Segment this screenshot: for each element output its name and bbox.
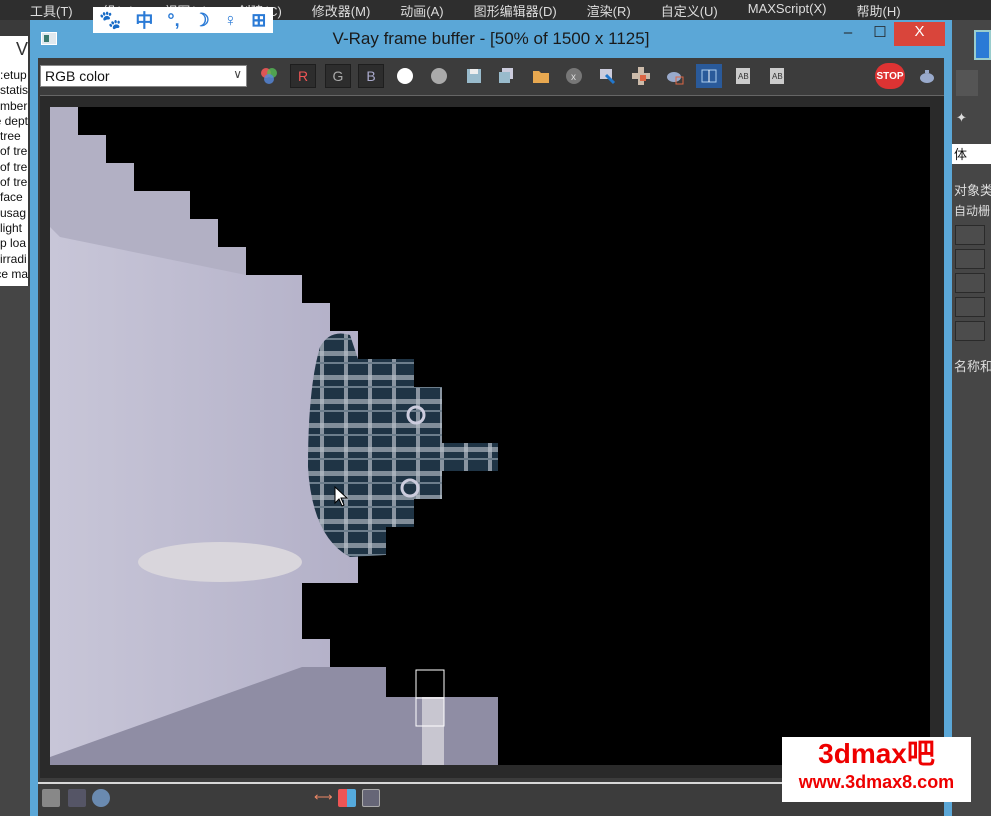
log-line: light [0, 220, 23, 235]
menu-help[interactable]: 帮助(H) [857, 0, 901, 20]
save-all-icon[interactable] [493, 64, 519, 88]
object-type-label: 对象类 [954, 183, 991, 198]
object-type-button[interactable] [955, 273, 985, 293]
mouse-cursor-icon [334, 486, 348, 507]
log-heading: V [16, 39, 28, 59]
log-line: p loa [0, 236, 27, 251]
clear-icon[interactable]: x [561, 64, 587, 88]
track-mouse-icon[interactable] [628, 64, 654, 88]
object-name-field[interactable]: 体 [952, 144, 991, 164]
object-type-button[interactable] [955, 321, 985, 341]
log-line: statis [0, 83, 28, 98]
render-teapot-icon[interactable] [914, 64, 940, 88]
log-line: of tre [0, 175, 28, 190]
log-line: etup: [0, 68, 27, 82]
blue-channel-button[interactable]: B [358, 64, 384, 88]
mono-gray-icon[interactable] [426, 64, 452, 88]
utilities-icon[interactable]: ✦ [956, 110, 972, 128]
watermark-title: 3dmax吧 [818, 738, 935, 769]
save-icon[interactable] [461, 64, 487, 88]
render-region-teapot-icon[interactable] [662, 64, 688, 88]
color-channels-icon[interactable] [256, 64, 282, 88]
table-top [138, 542, 302, 582]
hierarchy-icon[interactable] [956, 70, 978, 96]
command-panel: ✦ 体 对象类 自动栅 名称和 [952, 20, 991, 816]
open-folder-icon[interactable] [528, 64, 554, 88]
menu-animation[interactable]: 动画(A) [400, 0, 443, 20]
name-color-label: 名称和 [954, 359, 991, 374]
pixel-aspect-icon[interactable] [362, 789, 380, 807]
log-line: e dept [0, 113, 28, 128]
stop-label: STOP [875, 63, 905, 89]
red-channel-button[interactable]: R [290, 64, 316, 88]
info-icon[interactable] [92, 789, 110, 807]
object-type-button[interactable] [955, 249, 985, 269]
stop-render-button[interactable]: STOP [874, 62, 906, 90]
log-line: ce ma [0, 266, 28, 281]
chinese-mode-toggle[interactable]: 中 [135, 7, 153, 33]
history-b-icon[interactable]: AB [764, 64, 790, 88]
autogrid-label[interactable]: 自动栅 [954, 202, 990, 219]
frame-buffer-body: RGB color ∨ R G B x AB AB STOP ⟷ [38, 58, 944, 816]
chevron-down-icon: ∨ [233, 67, 242, 81]
toolbar: RGB color ∨ R G B x AB AB STOP [38, 62, 944, 90]
menu-maxscript[interactable]: MAXScript(X) [748, 0, 827, 20]
lut-icon[interactable] [338, 789, 356, 807]
watermark-url: www.3dmax8.com [798, 772, 955, 792]
history-a-icon[interactable]: AB [730, 64, 756, 88]
render-log-panel: V etup: statis mber e dept tree of tre o… [0, 36, 28, 286]
minimize-button[interactable]: – [832, 23, 864, 45]
rendered-scene [50, 107, 498, 765]
moon-icon[interactable]: ☽ [194, 10, 210, 31]
green-channel-button[interactable]: G [325, 64, 351, 88]
alpha-white-icon[interactable] [392, 64, 418, 88]
panel-toggle-icon[interactable] [42, 789, 60, 807]
punctuation-toggle[interactable]: °, [167, 10, 179, 31]
teapot-render-icon[interactable] [974, 30, 991, 60]
duplicate-to-mtl-icon[interactable] [594, 64, 620, 88]
log-line: usag [0, 205, 27, 220]
table-leg [422, 697, 444, 765]
log-line: mber [0, 98, 28, 113]
close-button[interactable]: X [894, 22, 945, 46]
svg-text:AB: AB [738, 72, 749, 81]
ime-toolbar: 🐾 中 °, ☽ ♀ ⊞ [93, 7, 273, 33]
menu-modifiers[interactable]: 修改器(M) [312, 0, 371, 20]
log-line: of tre [0, 144, 28, 159]
user-icon[interactable]: ♀ [224, 10, 238, 31]
menu-tools[interactable]: 工具(T) [30, 0, 73, 20]
vray-frame-buffer-window: V-Ray frame buffer - [50% of 1500 x 1125… [30, 20, 952, 816]
object-type-button[interactable] [955, 297, 985, 317]
render-image[interactable] [50, 107, 930, 765]
resize-icon[interactable]: ⟷ [314, 789, 333, 807]
object-type-button[interactable] [955, 225, 985, 245]
channel-value: RGB color [45, 68, 110, 84]
grid-icon[interactable]: ⊞ [251, 10, 266, 31]
menu-graph-editors[interactable]: 图形编辑器(D) [474, 0, 557, 20]
watermark-logo: 3dmax吧 www.3dmax8.com [782, 737, 971, 802]
menu-rendering[interactable]: 渲染(R) [587, 0, 631, 20]
log-line: face [0, 190, 23, 205]
log-line: of tre [0, 159, 28, 174]
color-corrections-icon[interactable] [68, 789, 86, 807]
log-line: irradi [0, 251, 27, 266]
log-line: tree [0, 129, 21, 144]
handbag [308, 333, 498, 557]
channel-select[interactable]: RGB color ∨ [40, 65, 247, 87]
menu-customize[interactable]: 自定义(U) [661, 0, 718, 20]
baidu-paw-icon[interactable]: 🐾 [99, 10, 121, 31]
field-text: 体 [954, 147, 968, 162]
svg-text:x: x [571, 72, 576, 83]
svg-text:AB: AB [772, 72, 783, 81]
viewport-background [0, 286, 30, 816]
ab-compare-icon[interactable] [696, 64, 722, 88]
maximize-button[interactable]: ☐ [864, 23, 896, 45]
